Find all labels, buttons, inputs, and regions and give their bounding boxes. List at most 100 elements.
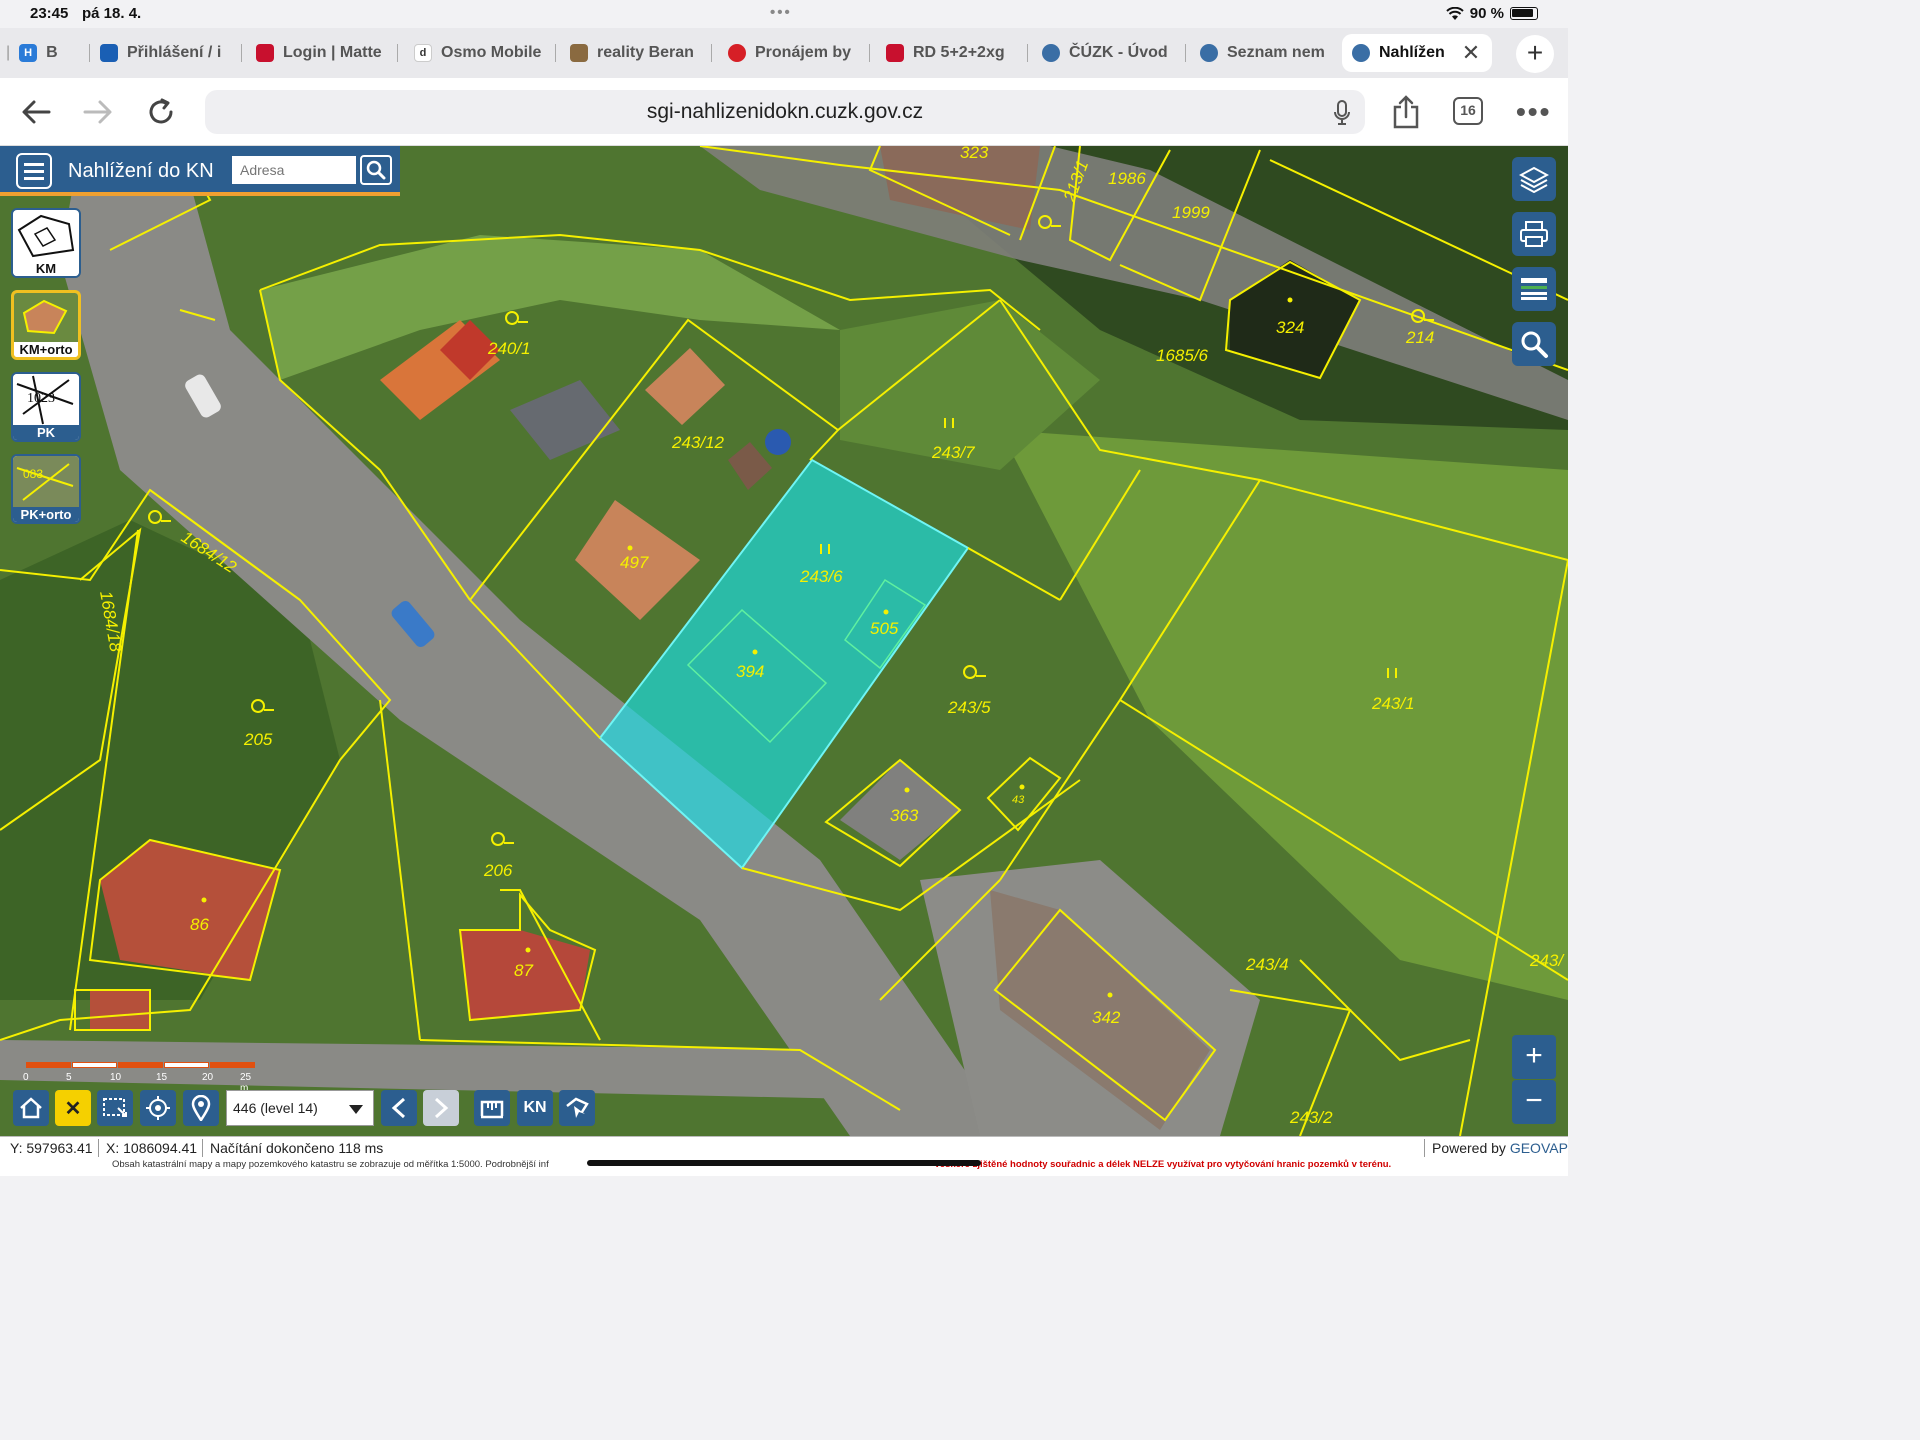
- forward-button[interactable]: [78, 92, 118, 132]
- kn-info-button[interactable]: KN: [517, 1090, 553, 1126]
- reload-button[interactable]: [141, 92, 181, 132]
- tab-label: B: [46, 44, 58, 61]
- parcel-label: 214: [1405, 328, 1434, 347]
- loading-status: Načítání dokončeno 118 ms: [210, 1140, 384, 1156]
- share-icon: [1393, 95, 1419, 129]
- locate-button[interactable]: [140, 1090, 176, 1126]
- tab-favicon-icon: d: [414, 44, 432, 62]
- browser-toolbar: sgi-nahlizenidokn.cuzk.gov.cz 16 •••: [0, 78, 1568, 146]
- parcel-label: 505: [870, 619, 899, 638]
- parcel-label: 86: [190, 915, 209, 934]
- legend-icon: [1521, 278, 1547, 300]
- wifi-icon: [1446, 6, 1464, 20]
- back-button[interactable]: [16, 92, 56, 132]
- tab-3[interactable]: Login | Matte: [256, 34, 398, 72]
- reload-icon: [149, 98, 173, 124]
- tab-7[interactable]: RD 5+2+2xg: [886, 34, 1028, 72]
- scale-tick: 10: [110, 1072, 122, 1083]
- printer-icon: [1520, 221, 1548, 247]
- scale-tick: 5: [66, 1072, 72, 1083]
- tab-6[interactable]: Pronájem by: [728, 34, 870, 72]
- tab-favicon-icon: H: [19, 44, 38, 62]
- draw-polygon-button[interactable]: [559, 1090, 595, 1126]
- clear-selection-button[interactable]: ✕: [55, 1090, 91, 1126]
- tab-label: reality Beran: [597, 44, 694, 61]
- box-select-button[interactable]: [97, 1090, 133, 1126]
- parcel-label: 240/1: [487, 339, 531, 358]
- layers-icon: [1519, 166, 1549, 193]
- x-coordinate: X: 1086094.41: [106, 1140, 198, 1156]
- layers-button[interactable]: [1512, 157, 1556, 201]
- tab-8[interactable]: ČÚZK - Úvod: [1042, 34, 1186, 72]
- scale-select[interactable]: 446 (level 14): [226, 1090, 374, 1126]
- map-canvas[interactable]: 323 213/1 1986 1999 324 214 1685/6 240/1…: [0, 146, 1568, 1136]
- tab-favicon-icon: [256, 44, 274, 62]
- parcel-label: 342: [1092, 1008, 1121, 1027]
- land-register-ortho-icon: 083: [13, 456, 79, 508]
- parcel-label: 324: [1276, 318, 1304, 337]
- url-bar[interactable]: sgi-nahlizenidokn.cuzk.gov.cz: [205, 90, 1365, 134]
- zoom-in-button[interactable]: +: [1512, 1035, 1556, 1079]
- close-icon: ✕: [64, 1097, 82, 1120]
- layer-km-orto-button[interactable]: KM+orto: [11, 290, 81, 360]
- parcel-label: 243/1: [1371, 694, 1415, 713]
- parcel-label: 87: [514, 961, 533, 980]
- layer-pk-orto-button[interactable]: 083 PK+orto: [11, 454, 81, 524]
- scale-tick: 20: [202, 1072, 214, 1083]
- next-extent-button[interactable]: [423, 1090, 459, 1126]
- tab-4[interactable]: d Osmo Mobile: [414, 34, 556, 72]
- tab-label: Nahlížen: [1379, 44, 1445, 61]
- chevron-left-icon: [391, 1097, 406, 1119]
- legend-button[interactable]: [1512, 267, 1556, 311]
- app-title: Nahlížení do KN: [68, 160, 214, 182]
- microphone-icon[interactable]: [1333, 100, 1351, 126]
- tab-label: Osmo Mobile: [441, 44, 542, 61]
- tab-favicon-icon: [1352, 44, 1370, 62]
- disclaimer-warning: Veškeré zjištěné hodnoty souřadnic a dél…: [934, 1159, 1392, 1170]
- tab-favicon-icon: [1200, 44, 1218, 62]
- scale-tick: 15: [156, 1072, 168, 1083]
- home-button[interactable]: [13, 1090, 49, 1126]
- print-button[interactable]: [1512, 212, 1556, 256]
- y-coordinate: Y: 597963.41: [10, 1140, 93, 1156]
- ruler-icon: [480, 1100, 504, 1119]
- url-text: sgi-nahlizenidokn.cuzk.gov.cz: [646, 100, 924, 123]
- layer-km-button[interactable]: KM: [11, 208, 81, 278]
- more-menu-icon[interactable]: •••: [1516, 96, 1551, 128]
- place-marker-button[interactable]: [183, 1090, 219, 1126]
- search-button[interactable]: [360, 155, 392, 185]
- tab-label: Seznam nem: [1227, 44, 1325, 61]
- powered-by: Powered by GEOVAP: [1432, 1139, 1568, 1157]
- tab-favicon-icon: [1042, 44, 1060, 62]
- menu-hamburger-icon[interactable]: [16, 153, 52, 189]
- zoom-out-button[interactable]: −: [1512, 1080, 1556, 1124]
- tab-close-icon[interactable]: ✕: [1462, 40, 1480, 66]
- new-tab-button[interactable]: +: [1516, 35, 1554, 73]
- previous-extent-button[interactable]: [381, 1090, 417, 1126]
- multitask-dots-icon[interactable]: •••: [770, 4, 792, 21]
- tab-label: ČÚZK - Úvod: [1069, 44, 1168, 61]
- select-rectangle-icon: [103, 1098, 127, 1117]
- scale-tick: 0: [23, 1072, 29, 1083]
- parcel-label: 243/7: [931, 443, 975, 462]
- layer-pk-button[interactable]: 1023 PK: [11, 372, 81, 442]
- share-button[interactable]: [1386, 92, 1426, 132]
- parcel-label: 1986: [1108, 169, 1146, 188]
- ios-status-bar: 23:45 pá 18. 4. ••• 90 %: [0, 0, 1568, 28]
- geovap-link[interactable]: GEOVAP: [1510, 1140, 1568, 1156]
- tab-2[interactable]: Přihlášení / i: [100, 34, 242, 72]
- tab-label: Pronájem by: [755, 44, 852, 61]
- parcel-label: 43: [1012, 794, 1025, 806]
- tab-count-button[interactable]: 16: [1453, 97, 1483, 125]
- measure-button[interactable]: [474, 1090, 510, 1126]
- parcel-label: 394: [736, 662, 764, 681]
- chevron-down-icon: [349, 1105, 363, 1114]
- parcel-label: 243/: [1529, 951, 1565, 970]
- tab-active[interactable]: Nahlížen ✕: [1342, 34, 1492, 72]
- tab-5[interactable]: reality Beran: [570, 34, 712, 72]
- address-search-input[interactable]: [232, 156, 356, 184]
- map-search-button[interactable]: [1512, 322, 1556, 366]
- tab-9[interactable]: Seznam nem: [1200, 34, 1330, 72]
- tab-1[interactable]: | H B: [6, 34, 90, 72]
- tab-favicon-icon: [728, 44, 746, 62]
